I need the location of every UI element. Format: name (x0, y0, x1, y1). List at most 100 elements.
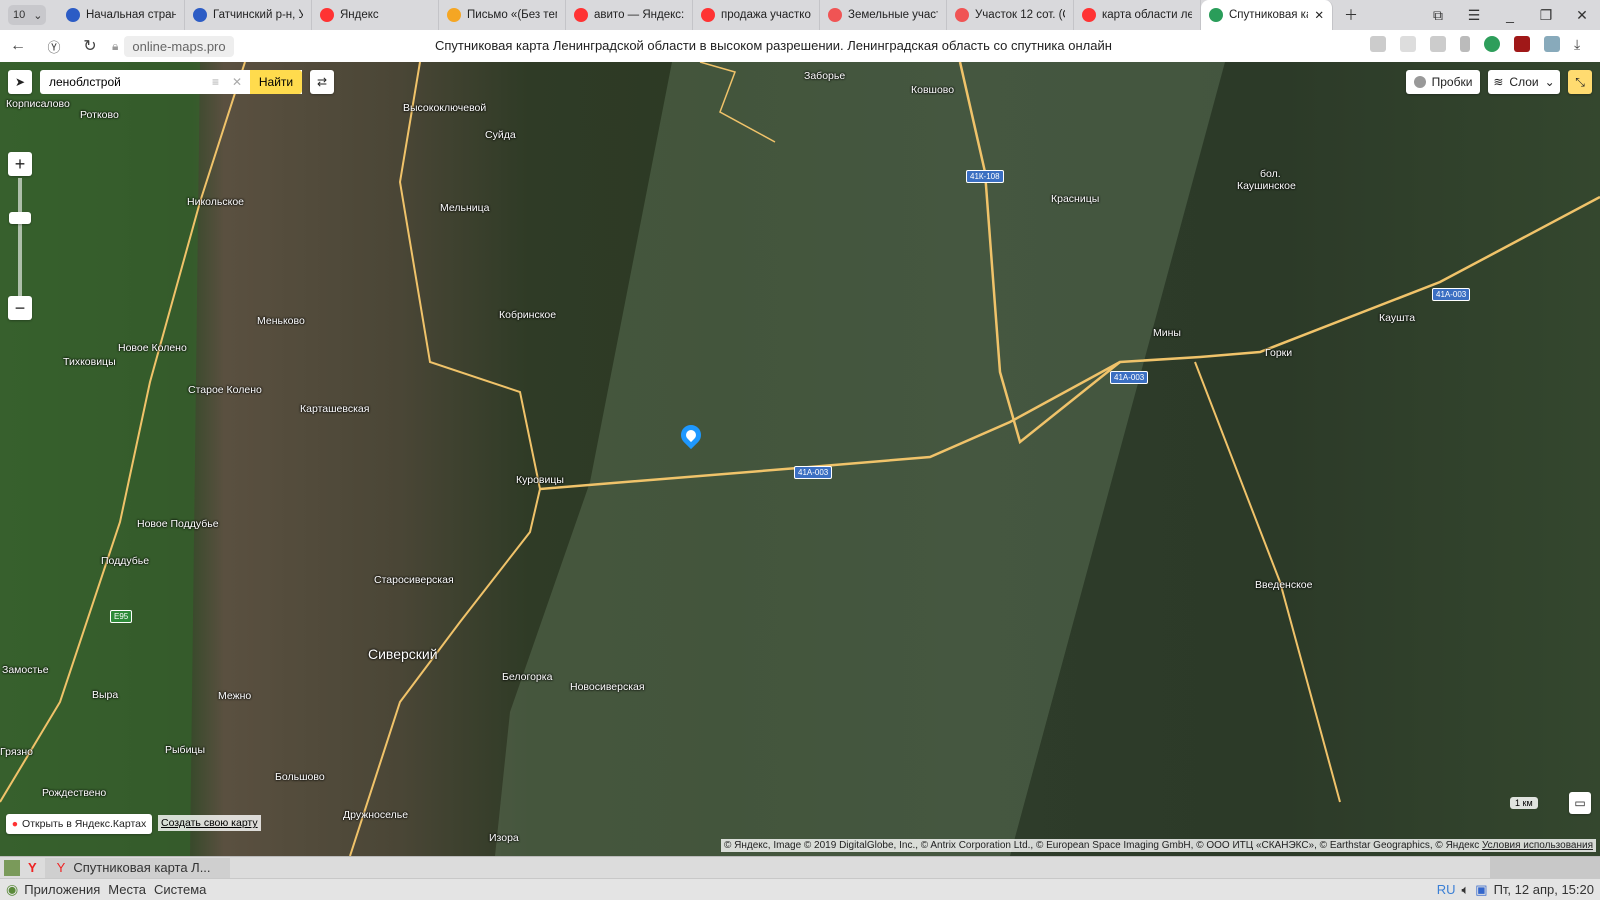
place-label: Карташевская (300, 403, 370, 415)
translate-icon[interactable] (1544, 36, 1560, 52)
tab[interactable]: Земельные участки (820, 0, 947, 30)
close-tab-icon[interactable]: ✕ (1314, 8, 1324, 22)
taskbar-window-label: Спутниковая карта Л... (73, 860, 211, 875)
workspace-switcher[interactable] (1490, 856, 1600, 879)
show-desktop-icon[interactable] (4, 859, 20, 876)
tab[interactable]: Начальная страница (58, 0, 185, 30)
back-button[interactable]: ← (0, 37, 36, 55)
reader-icon[interactable] (1400, 36, 1416, 52)
place-label: Белогорка (502, 671, 553, 683)
tab-label: Спутниковая карта (1229, 9, 1308, 21)
zoom-out-button[interactable]: − (8, 296, 32, 320)
route-button[interactable]: ⇄ (310, 70, 334, 94)
volume-icon[interactable]: 🔈︎ (1461, 882, 1469, 898)
tab[interactable]: продажа участков (693, 0, 820, 30)
place-label: Дружноселье (343, 809, 409, 821)
tab-count: 10 (13, 9, 26, 21)
window-list-bar: Y Y Спутниковая карта Л... (0, 856, 1600, 879)
ruler-button[interactable]: ▭ (1569, 792, 1591, 814)
layers-label: Слои (1509, 75, 1539, 89)
zoom-slider[interactable] (18, 178, 22, 298)
tab-label: Яндекс (340, 9, 379, 21)
tab-label: авито — Яндекс: н (594, 9, 684, 21)
zoom-in-button[interactable]: + (8, 152, 32, 176)
tab-label: Участок 12 сот. (СНТ) (975, 9, 1065, 21)
place-label: Мины (1153, 327, 1181, 339)
place-label: Никольское (187, 196, 245, 208)
yandex-icon: Y (56, 860, 66, 875)
tab[interactable]: Яндекс (312, 0, 439, 30)
road-shield: 41А-003 (1432, 288, 1471, 301)
place-label: Куровицы (516, 474, 564, 486)
keyboard-layout[interactable]: RU (1437, 882, 1456, 897)
place-label: Поддубье (101, 555, 150, 567)
tab[interactable]: Гатчинский р-н, Ул (185, 0, 312, 30)
traffic-button[interactable]: Пробки (1406, 70, 1480, 94)
create-map-link[interactable]: Создать свою карту (158, 815, 261, 831)
tab-label: продажа участков (721, 9, 811, 21)
tab[interactable]: Участок 12 сот. (СНТ) (947, 0, 1074, 30)
layers-button[interactable]: ≋ Слои ⌄ (1488, 70, 1560, 94)
scale-bar: 1 км (1510, 797, 1538, 809)
road-shield: E95 (110, 610, 133, 623)
attribution-text: © Яндекс, Image © 2019 DigitalGlobe, Inc… (724, 840, 1480, 851)
menu-places[interactable]: Места (108, 882, 146, 897)
minimize-button[interactable]: _ (1492, 7, 1528, 23)
find-button[interactable]: Найти (250, 70, 302, 94)
tab[interactable]: Спутниковая карта ✕ (1201, 0, 1333, 30)
place-label: Меньково (257, 315, 305, 327)
place-label: Выра (92, 689, 119, 701)
place-label: Высокоключевой (403, 102, 487, 114)
open-in-yandex-button[interactable]: ● Открыть в Яндекс.Картах (6, 814, 152, 834)
place-label: Корписалово (6, 98, 70, 110)
ublock-icon[interactable] (1514, 36, 1530, 52)
download-icon[interactable]: ⤓ (1574, 36, 1590, 52)
reload-button[interactable]: ↻ (72, 36, 108, 56)
menu-icon[interactable]: ☰ (1456, 7, 1492, 24)
menu-system[interactable]: Система (154, 882, 206, 897)
extension-green-icon[interactable] (1484, 36, 1500, 52)
place-label: Каушта (1379, 312, 1416, 324)
place-label: бол. (1260, 168, 1281, 180)
protect-icon[interactable] (1430, 36, 1446, 52)
new-tab-button[interactable]: ＋ (1333, 5, 1369, 25)
close-window-button[interactable]: ✕ (1564, 7, 1600, 24)
extensions-icon[interactable] (1370, 36, 1386, 52)
restore-button[interactable]: ❐ (1528, 7, 1564, 24)
tab-bar: 10 ⌄ Начальная страница Гатчинский р-н, Ул… (0, 0, 1600, 30)
bookmarks-icon[interactable]: ⧉ (1420, 7, 1456, 24)
place-label: Межно (218, 690, 252, 702)
mail-icon (447, 8, 461, 22)
bookmark-icon[interactable] (1460, 36, 1470, 52)
place-label: Введенское (1255, 579, 1313, 591)
yandex-browser-launcher-icon[interactable]: Y (28, 860, 37, 875)
tab[interactable]: Письмо «(Без темы)» (439, 0, 566, 30)
network-icon[interactable]: ▣ (1475, 882, 1487, 898)
tab[interactable]: карта области лен (1074, 0, 1201, 30)
url-field[interactable]: online-maps.pro (124, 35, 234, 57)
zemelnye-icon (828, 8, 842, 22)
place-label: Каушинское (1237, 180, 1296, 192)
yandex-button[interactable]: Ⓨ (36, 37, 72, 56)
road-shield: 41К-108 (966, 170, 1004, 183)
tab[interactable]: авито — Яндекс: н (566, 0, 693, 30)
place-label: Ротково (80, 109, 119, 121)
menu-applications[interactable]: Приложения (24, 882, 100, 897)
search-value: ленoблстрой (49, 75, 121, 89)
terms-link[interactable]: Условия использования (1482, 840, 1593, 851)
fullscreen-exit-button[interactable]: ⤡ (1568, 70, 1592, 94)
place-label: Изора (489, 832, 519, 844)
clear-icon[interactable]: ✕ (232, 75, 242, 89)
tab-label: Начальная страница (86, 9, 176, 21)
place-label: Тихковицы (63, 356, 116, 368)
list-icon[interactable]: ≡ (212, 75, 219, 89)
place-label: Грязно (0, 746, 33, 758)
online-maps-icon (1209, 8, 1223, 22)
zoom-slider-handle[interactable] (9, 212, 31, 224)
tab-count-button[interactable]: 10 ⌄ (8, 5, 46, 25)
clock[interactable]: Пт, 12 апр, 15:20 (1494, 882, 1594, 897)
taskbar-window-button[interactable]: Y Спутниковая карта Л... (44, 857, 230, 878)
yandex-icon (701, 8, 715, 22)
map[interactable]: Заборье Ковшово Высокоключевой Суйда Красниц… (0, 62, 1600, 856)
geolocation-button[interactable]: ➤ (8, 70, 32, 94)
